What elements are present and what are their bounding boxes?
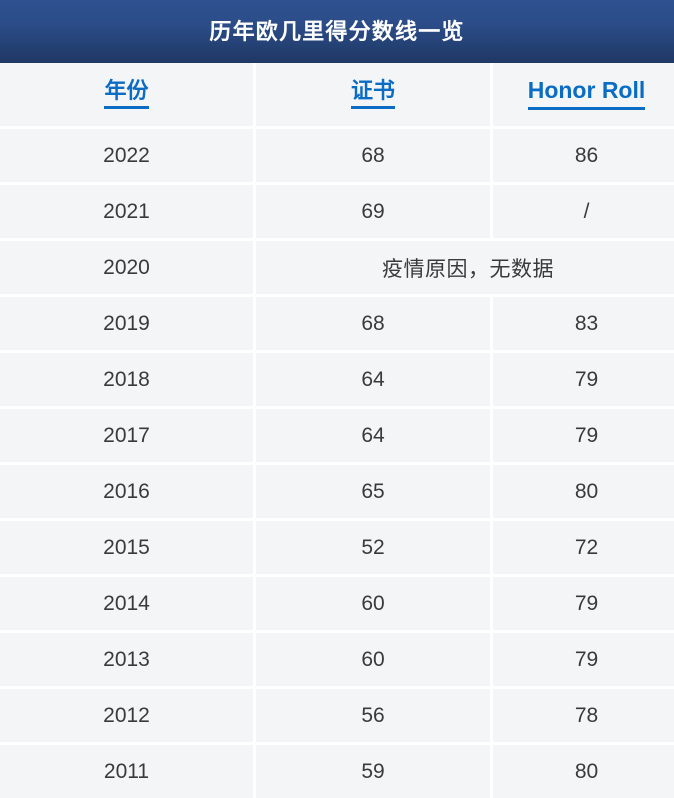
cell-year: 2015 (0, 521, 253, 574)
cell-year: 2021 (0, 185, 253, 238)
cell-honor-roll: 79 (493, 577, 674, 630)
table-title-bar: 历年欧几里得分数线一览 (0, 0, 674, 63)
cell-honor-roll: 79 (493, 353, 674, 406)
cell-certificate: 69 (256, 185, 490, 238)
cell-honor-roll: 80 (493, 465, 674, 518)
cell-certificate: 68 (256, 129, 490, 182)
cell-certificate: 65 (256, 465, 490, 518)
cell-certificate: 60 (256, 577, 490, 630)
cell-honor-roll: / (493, 185, 674, 238)
page-title: 历年欧几里得分数线一览 (209, 18, 465, 44)
cell-year: 2022 (0, 129, 253, 182)
cell-certificate: 68 (256, 297, 490, 350)
cell-honor-roll: 79 (493, 409, 674, 462)
score-table-card: 历年欧几里得分数线一览 年份 证书 Honor Roll 2022 68 86 2021 69… (0, 0, 674, 798)
cell-year: 2018 (0, 353, 253, 406)
column-header-link-certificate[interactable]: 证书 (350, 78, 395, 110)
cell-year: 2012 (0, 689, 253, 742)
score-table: 年份 证书 Honor Roll 2022 68 86 2021 69/2020 疫情原因，无数… (0, 63, 674, 798)
column-header-certificate: 证书 (256, 63, 490, 126)
column-header-honor-roll: Honor Roll (493, 63, 674, 126)
cell-certificate: 52 (256, 521, 490, 574)
cell-year: 2020 (0, 241, 253, 294)
cell-honor-roll: 78 (493, 689, 674, 742)
cell-note: 疫情原因，无数据 (256, 241, 674, 294)
cell-honor-roll: 80 (493, 745, 674, 798)
cell-year: 2016 (0, 465, 253, 518)
cell-honor-roll: 79 (493, 633, 674, 686)
cell-year: 2019 (0, 297, 253, 350)
column-header-year: 年份 (0, 63, 253, 126)
cell-year: 2011 (0, 745, 253, 798)
cell-certificate: 64 (256, 353, 490, 406)
column-header-link-honor-roll[interactable]: Honor Roll (527, 77, 646, 110)
column-header-link-year[interactable]: 年份 (104, 78, 149, 110)
cell-certificate: 60 (256, 633, 490, 686)
cell-year: 2017 (0, 409, 253, 462)
cell-year: 2013 (0, 633, 253, 686)
cell-honor-roll: 72 (493, 521, 674, 574)
cell-certificate: 59 (256, 745, 490, 798)
cell-year: 2014 (0, 577, 253, 630)
cell-certificate: 56 (256, 689, 490, 742)
cell-honor-roll: 86 (493, 129, 674, 182)
cell-honor-roll: 83 (493, 297, 674, 350)
cell-certificate: 64 (256, 409, 490, 462)
